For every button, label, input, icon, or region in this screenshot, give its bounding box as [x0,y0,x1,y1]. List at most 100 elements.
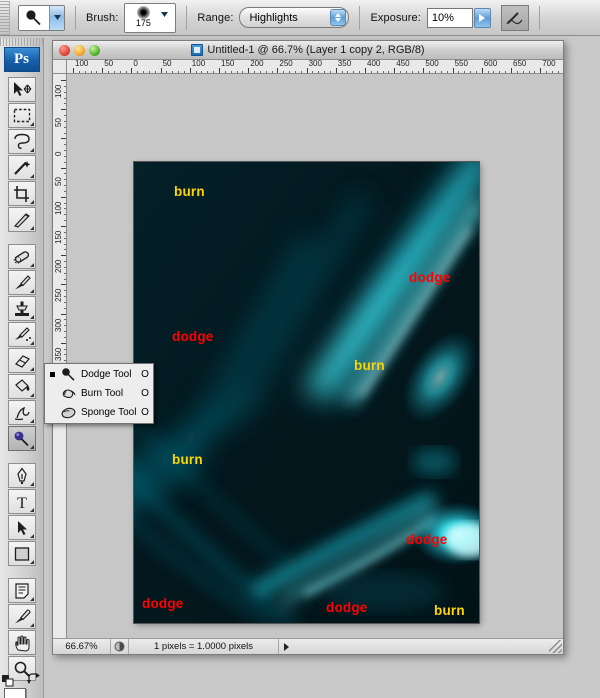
brush-preview: 175 [125,4,161,32]
tool-brush-tool[interactable] [8,270,36,295]
foreground-color-swatch[interactable] [4,688,26,698]
burn-tool-icon [57,386,79,401]
tool-path-selection-tool[interactable] [8,515,36,540]
artwork-annotation-burn-8: burn [434,603,465,618]
tool-preset-picker[interactable] [18,5,65,31]
ruler-h-label: 500 [425,60,438,68]
window-controls [53,45,100,56]
tool-eraser-tool[interactable] [8,348,36,373]
ruler-v-label: 200 [54,260,63,273]
swap-colors-icon[interactable] [27,673,40,686]
options-separator-1 [75,6,76,30]
airbrush-toggle-button[interactable] [501,5,529,31]
vertical-ruler[interactable]: 10050050100150200250300350400 [53,74,67,638]
submenu-triangle-icon [30,560,34,564]
close-button[interactable] [59,45,70,56]
tool-crop-tool[interactable] [8,181,36,206]
minimize-button[interactable] [74,45,85,56]
color-swatches [2,686,42,698]
ruler-v-label: 300 [54,318,63,331]
ruler-h-label: 550 [455,60,468,68]
triangle-right-icon[interactable] [279,639,293,654]
ruler-h-label: 700 [542,60,555,68]
submenu-triangle-icon [30,200,34,204]
chevron-down-icon[interactable] [49,6,64,30]
hand-tool-icon [12,634,32,652]
tool-history-brush-tool[interactable] [8,322,36,347]
tool-rectangle-shape-tool[interactable] [8,541,36,566]
document-title: Untitled-1 @ 66.7% (Layer 1 copy 2, RGB/… [207,44,424,56]
clone-stamp-tool-icon [12,300,32,318]
move-tool-icon [12,81,32,99]
exposure-input[interactable]: 10% [427,8,473,28]
flyout-item-dodge-tool[interactable]: Dodge Tool O [45,365,153,384]
document-titlebar[interactable]: Untitled-1 @ 66.7% (Layer 1 copy 2, RGB/… [53,41,563,60]
tool-hand-tool[interactable] [8,630,36,655]
artboard[interactable]: burndodgedodgeburnburndodgedodgedodgebur… [134,162,479,623]
ruler-v-label: 100 [54,85,63,98]
horizontal-ruler[interactable]: 1005005010015020025030035040045050055060… [67,60,563,74]
submenu-triangle-icon [30,289,34,293]
brush-chevron-down-icon[interactable] [161,4,175,32]
document-file-icon [191,44,203,56]
range-select[interactable]: Highlights [239,7,349,28]
tool-smudge-tool[interactable] [8,400,36,425]
ruler-v-label: 250 [54,289,63,302]
tool-notes-tool[interactable] [8,578,36,603]
artwork-annotation-burn-3: burn [354,358,385,373]
smudge-tool-icon [12,404,32,422]
brush-label: Brush: [86,12,118,24]
tool-lasso-tool[interactable] [8,129,36,154]
tool-healing-brush-tool[interactable] [8,244,36,269]
ruler-h-label: 50 [104,60,113,68]
range-stepper-icon[interactable] [330,9,346,26]
tool-slice-tool[interactable] [8,207,36,232]
range-value: Highlights [240,12,297,24]
tool-magic-wand-tool[interactable] [8,155,36,180]
artwork-annotation-dodge-6: dodge [142,596,184,611]
brush-picker[interactable]: 175 [124,3,176,33]
tool-list: T [2,77,42,682]
flyout-item-burn-tool[interactable]: Burn Tool O [45,384,153,403]
flyout-label-burn: Burn Tool [79,388,137,399]
tool-clone-stamp-tool[interactable] [8,296,36,321]
preview-icon[interactable] [111,639,129,654]
tool-paint-bucket-tool[interactable] [8,374,36,399]
submenu-triangle-icon [30,122,34,126]
zoom-level[interactable]: 66.67% [53,639,111,654]
artwork-image [134,162,479,623]
default-colors-icon[interactable] [2,674,14,686]
ruler-corner[interactable] [53,60,67,74]
canvas-scroll-area[interactable]: burndodgedodgeburnburndodgedodgedodgebur… [67,74,563,638]
exposure-label: Exposure: [370,12,420,24]
ruler-h-label: 50 [163,60,172,68]
ruler-h-label: 0 [133,60,137,68]
tool-eyedropper-tool[interactable] [8,604,36,629]
dodge-tool-icon [12,430,32,448]
submenu-triangle-icon [30,445,34,449]
submenu-triangle-icon [30,508,34,512]
exposure-slider-arrow-icon[interactable] [474,8,491,28]
ruler-v-label: 350 [54,347,63,360]
magic-wand-tool-icon [12,159,32,177]
tool-pen-tool[interactable] [8,463,36,488]
flyout-item-sponge-tool[interactable]: Sponge Tool O [45,403,153,422]
resize-grip[interactable] [549,640,562,653]
toolbox-divider-1 [5,235,39,242]
ruler-h-label: 200 [250,60,263,68]
tool-type-tool[interactable]: T [8,489,36,514]
ruler-h-label: 300 [309,60,322,68]
options-bar-grip[interactable] [0,1,10,35]
zoom-button[interactable] [89,45,100,56]
toolbox-grip[interactable] [0,38,44,46]
artwork-annotation-dodge-1: dodge [409,270,451,285]
rectangle-shape-tool-icon [12,545,32,563]
tool-dodge-tool[interactable] [8,426,36,451]
options-separator-4 [539,6,540,30]
tool-rectangular-marquee-tool[interactable] [8,103,36,128]
document-window: Untitled-1 @ 66.7% (Layer 1 copy 2, RGB/… [52,40,564,655]
tool-move-tool[interactable] [8,77,36,102]
notes-tool-icon [12,582,32,600]
selected-marker-icon [48,372,57,377]
type-tool-icon: T [12,493,32,511]
